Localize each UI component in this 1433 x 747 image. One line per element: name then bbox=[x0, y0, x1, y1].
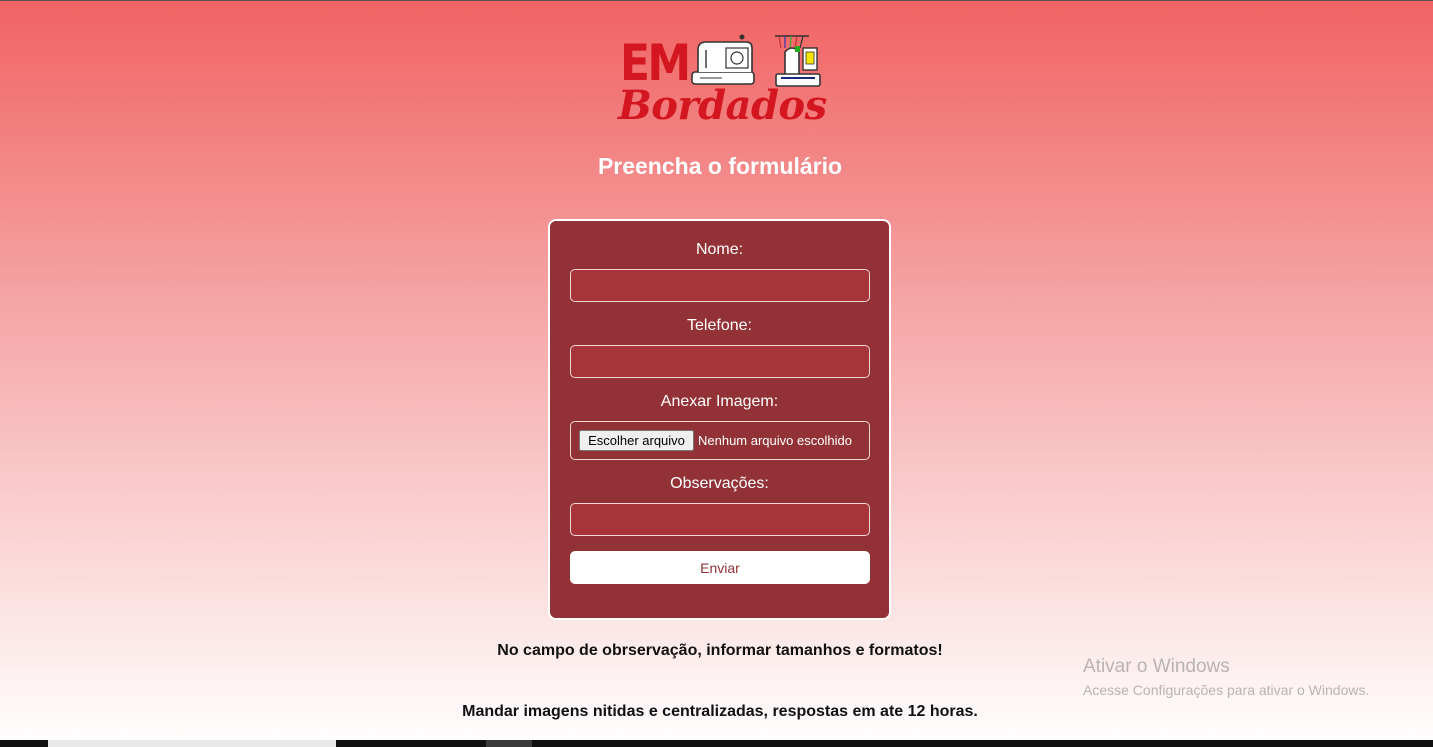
taskbar bbox=[0, 740, 1433, 747]
name-label: Nome: bbox=[695, 241, 744, 258]
choose-file-button[interactable]: Escolher arquivo bbox=[579, 430, 694, 451]
taskbar-app-button[interactable] bbox=[486, 740, 532, 747]
notes-input[interactable] bbox=[570, 503, 870, 536]
embroidery-machine-icon bbox=[775, 35, 821, 87]
page-title: Preencha o formulário bbox=[597, 153, 843, 179]
phone-input[interactable] bbox=[570, 345, 870, 378]
submit-button[interactable]: Enviar bbox=[570, 551, 870, 584]
file-status-text: Nenhum arquivo escolhido bbox=[698, 433, 852, 448]
name-input[interactable] bbox=[570, 269, 870, 302]
windows-activation-title: Ativar o Windows bbox=[1083, 656, 1230, 677]
response-time-text: Mandar imagens nitidas e centralizadas, … bbox=[462, 703, 978, 720]
sewing-machine-icon bbox=[691, 34, 755, 85]
taskbar-search-box[interactable] bbox=[48, 740, 336, 747]
brand-logo: EM Bordados bbox=[618, 34, 828, 134]
notes-label: Observações: bbox=[670, 475, 769, 492]
window-top-border bbox=[0, 0, 1433, 1]
order-form: Nome: Telefone: Anexar Imagem: Escolher … bbox=[548, 219, 891, 620]
image-file-field[interactable]: Escolher arquivo Nenhum arquivo escolhid… bbox=[570, 421, 870, 460]
windows-activation-subtitle: Acesse Configurações para ativar o Windo… bbox=[1083, 682, 1370, 698]
image-label: Anexar Imagem: bbox=[660, 393, 779, 410]
phone-label: Telefone: bbox=[687, 317, 752, 334]
logo-script-text: Bordados bbox=[618, 82, 827, 129]
